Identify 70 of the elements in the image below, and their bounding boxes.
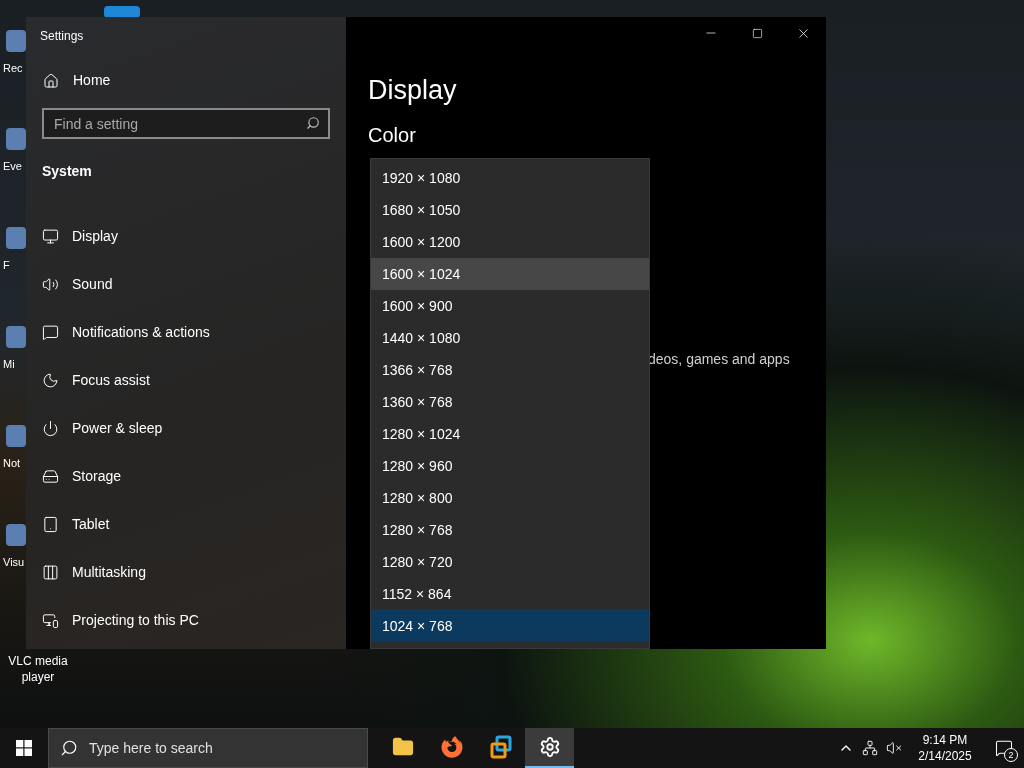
notifications-button[interactable]: 2 <box>984 728 1024 768</box>
section-heading: Color <box>368 123 417 148</box>
clock-button[interactable]: 9:14 PM 2/14/2025 <box>906 728 984 768</box>
tablet-icon <box>42 515 59 533</box>
window-title: Settings <box>40 28 85 45</box>
dropdown-option[interactable]: 1360 × 768 <box>371 386 649 418</box>
sidebar-item[interactable]: Notifications & actions <box>26 308 346 356</box>
sidebar-item[interactable]: Multitasking <box>26 548 346 596</box>
sidebar-item[interactable]: Focus assist <box>26 356 346 404</box>
desktop-app-icon[interactable] <box>6 128 26 150</box>
dropdown-option[interactable]: 1920 × 1080 <box>371 162 649 194</box>
search-icon <box>60 739 78 757</box>
sidebar-item[interactable]: Power & sleep <box>26 404 346 452</box>
sidebar-item[interactable]: Storage <box>26 452 346 500</box>
dropdown-option[interactable]: 1280 × 960 <box>371 450 649 482</box>
sidebar-item[interactable]: Projecting to this PC <box>26 596 346 644</box>
search-field[interactable]: Find a setting <box>42 108 330 139</box>
home-link[interactable]: Home <box>43 70 346 91</box>
desktop-app-icon[interactable] <box>104 6 140 18</box>
desktop-icon-label[interactable]: Mi <box>3 356 15 372</box>
search-icon <box>306 116 320 130</box>
monitor-icon <box>42 227 59 245</box>
sidebar-item[interactable]: Tablet <box>26 500 346 548</box>
desktop-icon-label[interactable]: VLC media player <box>4 653 72 685</box>
taskbar-search-field[interactable]: Type here to search <box>48 728 368 768</box>
maximize-icon <box>751 27 763 39</box>
desktop-app-icon[interactable] <box>6 227 26 249</box>
desktop-icon-label[interactable]: F <box>3 257 10 273</box>
drive-icon <box>42 467 59 485</box>
screens-icon <box>42 611 59 629</box>
browser-icon <box>440 736 463 758</box>
page-heading: Display <box>368 74 458 107</box>
muted-speaker-icon <box>886 740 902 756</box>
notification-icon <box>995 739 1013 757</box>
dropdown-option[interactable]: 1600 × 1024 <box>371 258 649 290</box>
folder-icon <box>391 736 414 758</box>
dropdown-option[interactable]: 1680 × 1050 <box>371 194 649 226</box>
columns-icon <box>42 563 59 581</box>
moon-icon <box>42 371 59 389</box>
settings-icon <box>538 736 561 758</box>
desktop-icon-label[interactable]: Visu <box>3 554 25 570</box>
desktop-app-icon[interactable] <box>6 425 26 447</box>
dropdown-option[interactable]: 1600 × 1200 <box>371 226 649 258</box>
desktop-app-icon[interactable] <box>6 524 26 546</box>
dropdown-option[interactable]: 1152 × 864 <box>371 578 649 610</box>
speaker-icon <box>42 275 59 293</box>
dropdown-option[interactable]: 1280 × 768 <box>371 514 649 546</box>
dropdown-option[interactable]: 1280 × 1024 <box>371 418 649 450</box>
windows-logo-icon <box>16 740 32 756</box>
desktop-icon-label[interactable]: Not <box>3 455 21 471</box>
desktop-icon-label[interactable]: Rec <box>3 60 23 76</box>
sidebar-item[interactable]: Display <box>26 212 346 260</box>
dropdown-option[interactable]: 1280 × 720 <box>371 546 649 578</box>
overlapping-squares-icon <box>488 735 513 759</box>
dropdown-option[interactable]: 1440 × 1080 <box>371 322 649 354</box>
desktop-app-icon[interactable] <box>6 30 26 52</box>
taskbar-app-button[interactable] <box>525 728 574 768</box>
desktop-app-icon[interactable] <box>6 326 26 348</box>
section-heading: System <box>42 162 93 181</box>
dropdown-option[interactable]: 1366 × 768 <box>371 354 649 386</box>
desktop-icon-label[interactable]: Eve <box>3 158 22 174</box>
dropdown-option[interactable]: 1280 × 800 <box>371 482 649 514</box>
speech-bubble-icon <box>42 323 59 341</box>
dropdown-option[interactable]: 1600 × 900 <box>371 290 649 322</box>
dropdown-option[interactable]: 1024 × 768 <box>371 610 649 642</box>
sidebar-item[interactable]: Sound <box>26 260 346 308</box>
home-icon <box>43 72 59 89</box>
network-icon <box>862 740 878 756</box>
notification-count-badge: 2 <box>1004 748 1018 762</box>
power-icon <box>42 419 59 437</box>
